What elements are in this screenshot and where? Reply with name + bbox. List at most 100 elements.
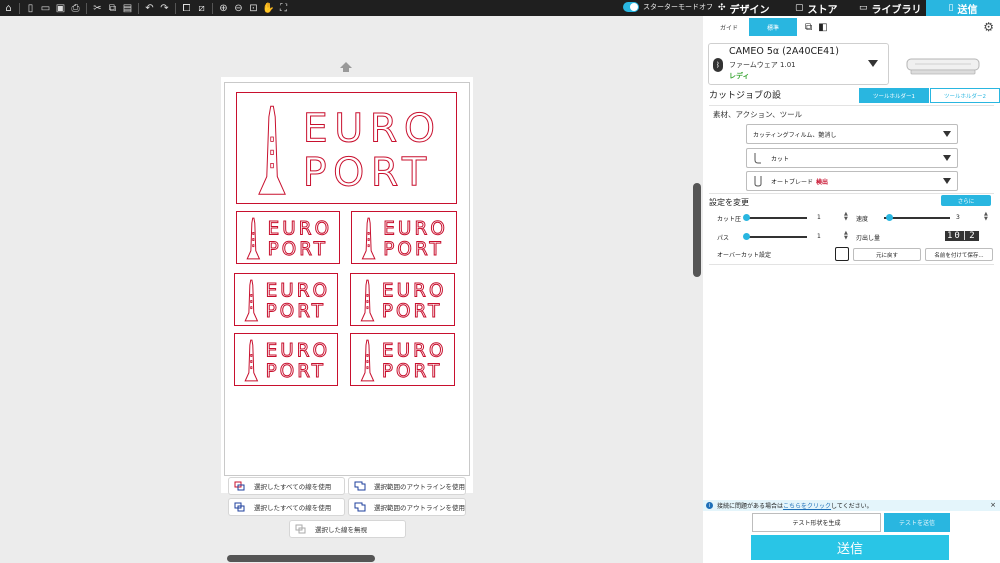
logo-small[interactable]: EURO PORT bbox=[350, 333, 455, 386]
save-as-button[interactable]: 名前を付けて保存... bbox=[925, 248, 993, 261]
logo-large[interactable]: EURO PORT bbox=[236, 92, 457, 204]
tab-tool-holder-2[interactable]: ツールホルダー2 bbox=[930, 88, 1000, 103]
home-icon[interactable]: ⌂ bbox=[2, 2, 15, 15]
lighthouse-window bbox=[250, 353, 253, 357]
overlap-icon[interactable]: ⧉ bbox=[805, 22, 812, 33]
passes-handle[interactable] bbox=[743, 233, 750, 240]
open-folder-icon[interactable]: ▭ bbox=[39, 2, 52, 15]
help-link[interactable]: こちらをクリック bbox=[783, 501, 831, 510]
reset-button[interactable]: 元に戻す bbox=[853, 248, 921, 261]
toggle-switch[interactable] bbox=[623, 2, 639, 12]
copy-icon[interactable]: ⧉ bbox=[106, 2, 119, 15]
cut-pressure-label: カット圧 bbox=[717, 216, 742, 223]
speed-handle[interactable] bbox=[886, 214, 893, 221]
speed-stepper[interactable]: ▲ ▼ bbox=[984, 212, 988, 222]
use-outline-button[interactable]: 選択範囲のアウトラインを使用 bbox=[348, 498, 466, 516]
connection-info-bar: i 接続に問題がある場合は こちらをクリック してください。 × bbox=[703, 500, 1000, 511]
overcut-checkbox[interactable] bbox=[835, 247, 849, 261]
blade-depth-value[interactable]: 10|2 bbox=[945, 231, 979, 241]
print-icon[interactable]: ⎙ bbox=[69, 2, 82, 15]
divider bbox=[138, 2, 139, 14]
cut-job-title: カットジョブの設 bbox=[709, 91, 782, 101]
send-panel: ガイド 標準 ⧉ ◧ ⚙ ᛒ CAMEO 5α (2A40CE41) ファームウ… bbox=[703, 16, 1000, 563]
gear-icon[interactable]: ⚙ bbox=[983, 20, 994, 34]
autoblade-icon bbox=[754, 176, 762, 187]
fullscreen-icon[interactable]: ⛶ bbox=[277, 2, 290, 15]
zoom-fit-icon[interactable]: ⊡ bbox=[247, 2, 260, 15]
logo-text-euro: EURO bbox=[383, 218, 448, 239]
speed-slider[interactable] bbox=[884, 217, 950, 219]
cut-pressure-slider[interactable] bbox=[745, 217, 807, 219]
logo-small[interactable]: EURO PORT bbox=[236, 211, 340, 264]
undo-icon[interactable]: ↶ bbox=[143, 2, 156, 15]
tab-guide[interactable]: ガイド bbox=[709, 18, 749, 36]
speed-label: 速度 bbox=[856, 216, 869, 223]
more-settings-button[interactable]: さらに bbox=[941, 195, 991, 206]
cut-icon[interactable]: ✂ bbox=[91, 2, 104, 15]
ungroup-icon[interactable]: ⧄ bbox=[195, 2, 208, 15]
logo-text-port: PORT bbox=[383, 239, 444, 260]
logo-small[interactable]: EURO PORT bbox=[234, 273, 338, 326]
tab-tool-holder-1[interactable]: ツールホルダー1 bbox=[859, 88, 929, 103]
tool-detect-label: 検出 bbox=[816, 178, 829, 186]
use-outline-button[interactable]: 選択範囲のアウトラインを使用 bbox=[348, 477, 466, 495]
passes-slider[interactable] bbox=[745, 236, 807, 238]
new-file-icon[interactable]: ▯ bbox=[24, 2, 37, 15]
passes-stepper[interactable]: ▲ ▼ bbox=[844, 231, 848, 241]
tab-store[interactable]: ▢ ストア bbox=[795, 0, 838, 16]
tab-design[interactable]: ✣ デザイン bbox=[718, 0, 770, 16]
group-icon[interactable]: ⧠ bbox=[180, 2, 193, 15]
zoom-out-icon[interactable]: ⊖ bbox=[232, 2, 245, 15]
logo-small[interactable]: EURO PORT bbox=[350, 273, 455, 326]
zoom-in-icon[interactable]: ⊕ bbox=[217, 2, 230, 15]
tool-select[interactable]: オートブレード 検出 bbox=[746, 171, 958, 191]
lighthouse-window bbox=[250, 293, 253, 297]
cut-pressure-handle[interactable] bbox=[743, 214, 750, 221]
toolbar-icons: ⌂ ▯ ▭ ▣ ⎙ ✂ ⧉ ▤ ↶ ↷ ⧠ ⧄ ⊕ ⊖ ⊡ ✋ ⛶ bbox=[0, 0, 292, 16]
paste-icon[interactable]: ▤ bbox=[121, 2, 134, 15]
pan-icon[interactable]: ✋ bbox=[262, 2, 275, 15]
blade-icon bbox=[754, 153, 761, 164]
use-all-lines-button[interactable]: 選択したすべての線を使用 bbox=[228, 498, 345, 516]
chevron-down-icon[interactable] bbox=[868, 60, 878, 67]
tab-send[interactable]: ▯ 送信 bbox=[926, 0, 1000, 16]
feed-up-arrow-icon[interactable] bbox=[340, 62, 352, 72]
tab-standard[interactable]: 標準 bbox=[749, 18, 797, 36]
lighthouse-window bbox=[367, 231, 370, 235]
store-icon: ▢ bbox=[795, 3, 804, 13]
divider bbox=[212, 2, 213, 14]
logo-small[interactable]: EURO PORT bbox=[234, 333, 338, 386]
logo-text-port: PORT bbox=[266, 361, 326, 382]
ignore-lines-icon bbox=[295, 524, 306, 534]
starter-mode-toggle[interactable]: スターターモードオフ bbox=[623, 2, 713, 12]
cut-pressure-stepper[interactable]: ▲ ▼ bbox=[844, 212, 848, 222]
cutting-machine-image bbox=[906, 58, 980, 75]
horizontal-scrollbar[interactable] bbox=[227, 555, 375, 562]
divider bbox=[86, 2, 87, 14]
button-label: 選択範囲のアウトラインを使用 bbox=[374, 504, 465, 512]
save-icon[interactable]: ▣ bbox=[54, 2, 67, 15]
material-section-heading: 素材、アクション、ツール bbox=[713, 110, 803, 119]
tab-library[interactable]: ▭ ライブラリ bbox=[859, 0, 922, 16]
send-button[interactable]: 送信 bbox=[751, 535, 949, 560]
send-icon: ▯ bbox=[948, 3, 954, 13]
lighthouse-window bbox=[250, 306, 253, 310]
tab-library-label: ライブラリ bbox=[871, 4, 922, 16]
logo-artwork: EUROPORT bbox=[244, 339, 328, 382]
redo-icon[interactable]: ↷ bbox=[158, 2, 171, 15]
close-icon[interactable]: × bbox=[990, 501, 996, 509]
ignore-selected-lines-button[interactable]: 選択した線を無視 bbox=[289, 520, 406, 538]
action-select[interactable]: カット bbox=[746, 148, 958, 168]
layers-icon[interactable]: ◧ bbox=[818, 22, 827, 33]
device-selector[interactable]: ᛒ CAMEO 5α (2A40CE41) ファームウェア 1.01 レディ bbox=[708, 43, 889, 85]
generate-test-shape-button[interactable]: テスト形状を生成 bbox=[752, 513, 881, 532]
send-test-button[interactable]: テストを送信 bbox=[884, 513, 950, 532]
tab-store-label: ストア bbox=[807, 4, 838, 16]
vertical-scrollbar[interactable] bbox=[693, 183, 701, 277]
material-select[interactable]: カッティングフィルム、艶消し bbox=[746, 124, 958, 144]
lighthouse-window bbox=[366, 353, 369, 357]
use-all-lines-button[interactable]: 選択したすべての線を使用 bbox=[228, 477, 345, 495]
logo-small[interactable]: EURO PORT bbox=[351, 211, 457, 264]
logo-text-port: PORT bbox=[303, 149, 433, 195]
logo-text-port: PORT bbox=[382, 361, 443, 382]
